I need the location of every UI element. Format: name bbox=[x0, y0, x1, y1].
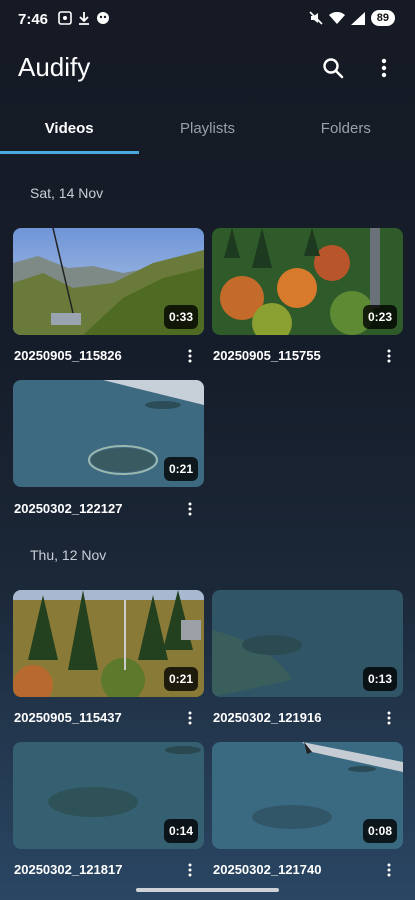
video-more-button[interactable] bbox=[381, 861, 397, 879]
status-bar: 7:46 89 bbox=[0, 0, 415, 38]
more-vert-icon bbox=[381, 58, 387, 78]
signal-icon bbox=[350, 11, 365, 25]
status-time: 7:46 bbox=[18, 11, 49, 28]
video-more-button[interactable] bbox=[182, 500, 198, 518]
video-title: 20250302_121916 bbox=[213, 710, 322, 725]
more-vert-icon bbox=[387, 349, 391, 363]
app-notification-icon bbox=[97, 12, 109, 24]
section-date-header: Sat, 14 Nov bbox=[30, 185, 104, 201]
duration-badge: 0:33 bbox=[163, 305, 198, 329]
more-vert-icon bbox=[188, 711, 192, 725]
more-vert-icon bbox=[387, 863, 391, 877]
video-more-button[interactable] bbox=[182, 347, 198, 365]
video-title: 20250302_121817 bbox=[14, 862, 123, 877]
duration-badge: 0:08 bbox=[362, 819, 397, 843]
video-more-button[interactable] bbox=[381, 347, 397, 365]
battery-indicator: 89 bbox=[370, 10, 395, 26]
video-thumbnail[interactable]: 0:21 bbox=[13, 590, 204, 697]
app-bar: Audify bbox=[0, 38, 415, 98]
download-icon bbox=[79, 12, 89, 25]
overflow-menu-button[interactable] bbox=[370, 54, 398, 82]
tab-playlists[interactable]: Playlists bbox=[138, 112, 276, 156]
tab-folders[interactable]: Folders bbox=[277, 112, 415, 156]
video-thumbnail[interactable]: 0:08 bbox=[212, 742, 403, 849]
video-thumbnail[interactable]: 0:13 bbox=[212, 590, 403, 697]
video-thumbnail[interactable]: 0:33 bbox=[13, 228, 204, 335]
duration-badge: 0:21 bbox=[163, 457, 198, 481]
duration-badge: 0:23 bbox=[362, 305, 397, 329]
video-title: 20250905_115755 bbox=[213, 348, 321, 363]
video-thumbnail[interactable]: 0:14 bbox=[13, 742, 204, 849]
search-icon bbox=[323, 58, 344, 79]
more-vert-icon bbox=[188, 502, 192, 516]
wifi-icon bbox=[328, 11, 345, 24]
video-title: 20250302_121740 bbox=[213, 862, 322, 877]
tab-videos[interactable]: Videos bbox=[0, 112, 138, 156]
video-more-button[interactable] bbox=[182, 709, 198, 727]
video-thumbnail[interactable]: 0:21 bbox=[13, 380, 204, 487]
section-date-header: Thu, 12 Nov bbox=[30, 547, 107, 563]
video-title: 20250302_122127 bbox=[14, 501, 123, 516]
video-title: 20250905_115826 bbox=[14, 348, 122, 363]
video-more-button[interactable] bbox=[381, 709, 397, 727]
app-title: Audify bbox=[18, 52, 91, 82]
video-more-button[interactable] bbox=[182, 861, 198, 879]
duration-badge: 0:21 bbox=[163, 667, 198, 691]
tab-bar: Videos Playlists Folders bbox=[0, 112, 415, 156]
more-vert-icon bbox=[188, 349, 192, 363]
more-vert-icon bbox=[188, 863, 192, 877]
video-title: 20250905_115437 bbox=[14, 710, 122, 725]
screenshot-icon bbox=[58, 11, 72, 25]
video-thumbnail[interactable]: 0:23 bbox=[212, 228, 403, 335]
duration-badge: 0:14 bbox=[163, 819, 198, 843]
duration-badge: 0:13 bbox=[362, 667, 397, 691]
search-button[interactable] bbox=[319, 54, 347, 82]
more-vert-icon bbox=[387, 711, 391, 725]
tab-indicator bbox=[0, 151, 139, 154]
home-indicator[interactable] bbox=[136, 888, 279, 892]
mute-icon bbox=[309, 11, 323, 25]
